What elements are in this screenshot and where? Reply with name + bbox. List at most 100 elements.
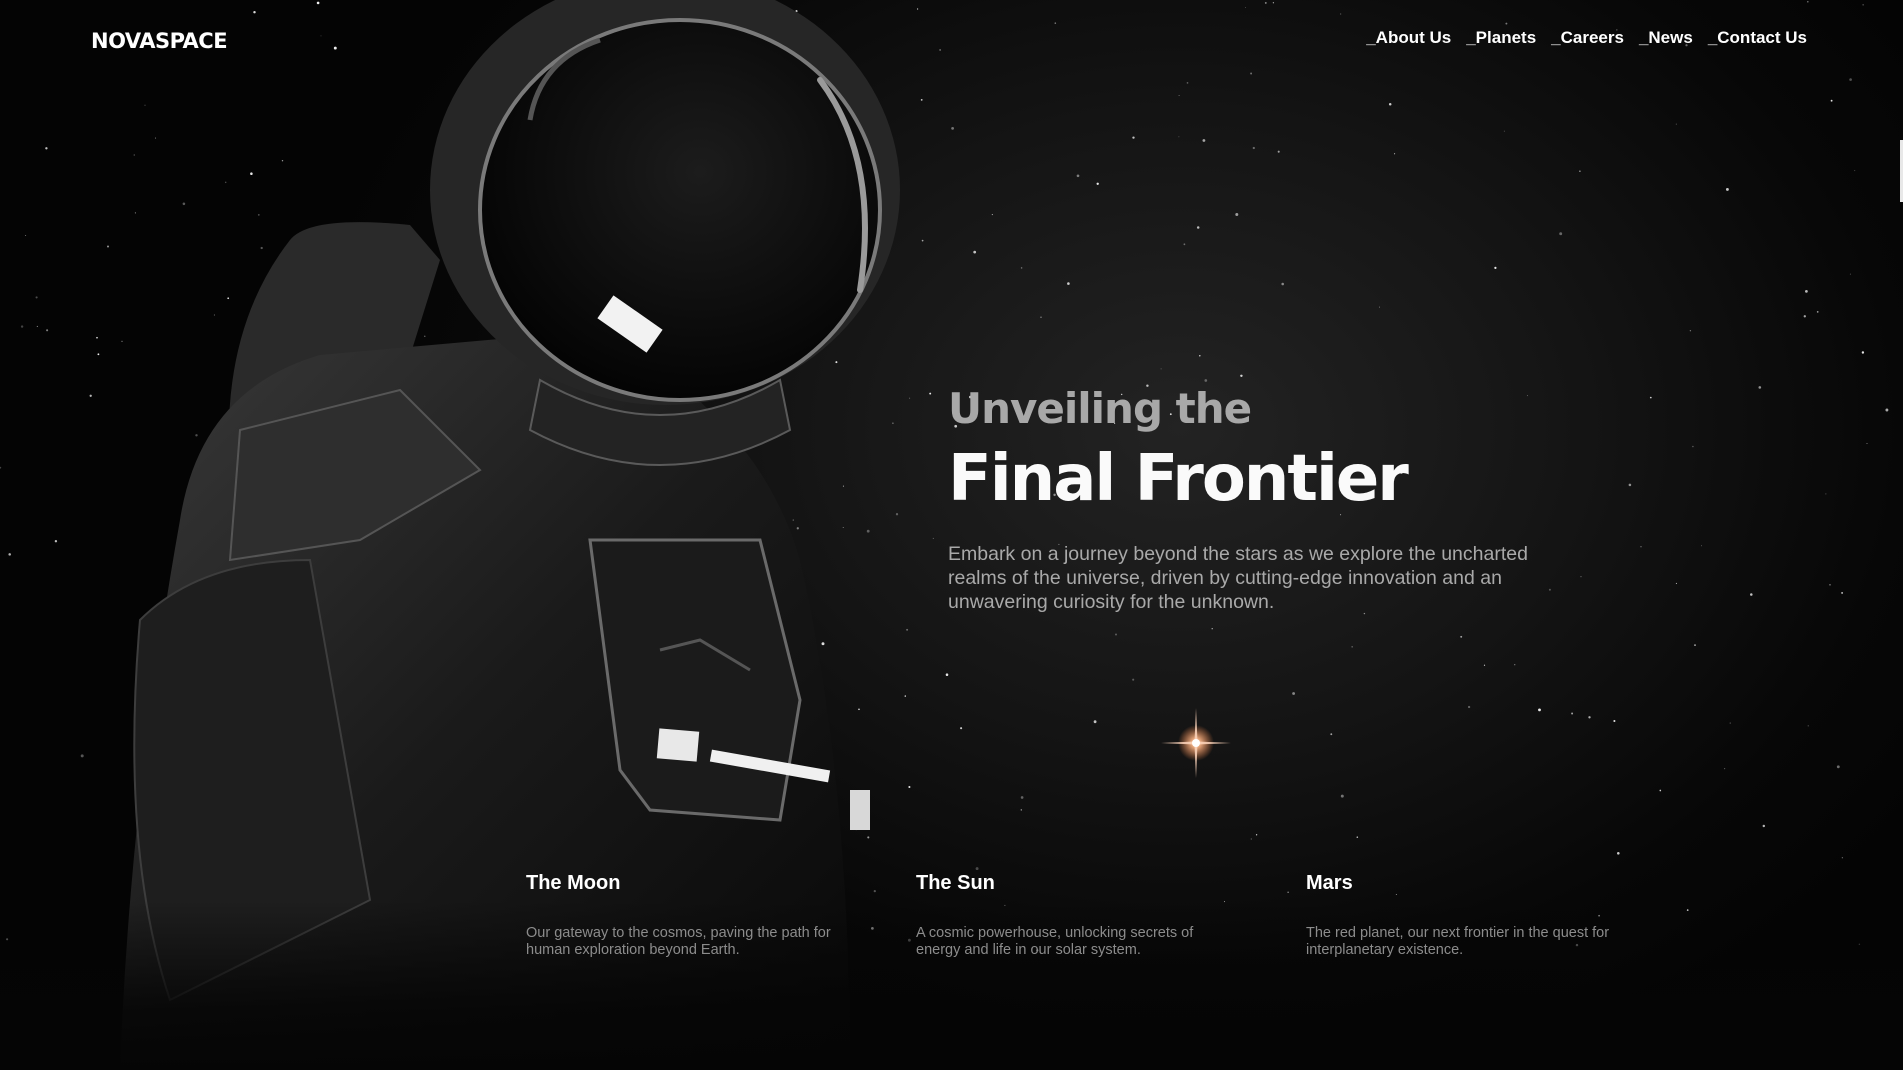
star [54, 540, 58, 543]
nav-about-us[interactable]: _About Us [1366, 28, 1451, 48]
star [973, 250, 977, 254]
star [1255, 834, 1258, 836]
card-title: The Sun [916, 872, 995, 894]
star [1579, 170, 1581, 172]
nav-planets[interactable]: _Planets [1466, 28, 1536, 48]
star [1040, 316, 1042, 318]
star [1750, 593, 1753, 596]
star [1351, 646, 1353, 648]
star [1861, 351, 1865, 354]
star [939, 49, 941, 51]
star [1701, 545, 1702, 547]
star [46, 329, 49, 332]
nav-careers[interactable]: _Careers [1551, 28, 1624, 48]
star [1067, 282, 1070, 285]
star [1830, 99, 1833, 102]
brand-logo[interactable]: NOVASPACE [91, 29, 228, 53]
star [1675, 582, 1677, 584]
star [1378, 306, 1380, 308]
star [1020, 796, 1024, 799]
star [1211, 628, 1213, 630]
star [1724, 768, 1726, 770]
star [920, 98, 923, 101]
card-title: The Moon [526, 872, 621, 894]
star [1503, 130, 1505, 132]
star [1250, 72, 1253, 75]
star [1659, 789, 1662, 792]
star [1816, 311, 1819, 313]
hero-subtitle: Unveiling the [948, 384, 1252, 433]
star [1588, 716, 1591, 719]
star [1580, 576, 1582, 578]
star [20, 325, 24, 328]
star [1829, 584, 1831, 586]
star [25, 234, 27, 237]
star [1559, 232, 1563, 236]
hero-section: Unveiling the Final Frontier Embark on a… [948, 382, 1578, 614]
star [1613, 719, 1616, 723]
star [1725, 187, 1729, 191]
star [1640, 545, 1642, 548]
star [1054, 22, 1057, 24]
star [1340, 794, 1344, 798]
star [1183, 243, 1186, 246]
star [1483, 664, 1486, 666]
star [951, 127, 954, 130]
star [945, 673, 949, 676]
nav-news[interactable]: _News [1639, 28, 1693, 48]
star [1866, 443, 1868, 444]
star [0, 466, 2, 469]
star [975, 867, 979, 871]
card-the-sun[interactable]: The Sun A cosmic powerhouse, unlocking s… [916, 872, 1236, 959]
card-text: The red planet, our next frontier in the… [1306, 925, 1610, 958]
star [1885, 408, 1889, 412]
star [1692, 445, 1694, 448]
star [1862, 4, 1864, 6]
star [1277, 150, 1280, 153]
star [1250, 838, 1252, 840]
card-text: A cosmic powerhouse, unlocking secrets o… [916, 925, 1194, 958]
star [1538, 708, 1541, 712]
card-the-moon[interactable]: The Moon Our gateway to the cosmos, pavi… [526, 872, 846, 959]
star [1807, 725, 1809, 727]
star [1356, 836, 1359, 838]
star [991, 214, 993, 216]
star [1675, 123, 1677, 125]
star [1505, 22, 1508, 25]
star [1202, 139, 1206, 142]
main-nav: _About Us _Planets _Careers _News _Conta… [1366, 28, 1807, 48]
star [1132, 136, 1135, 139]
star [1235, 213, 1239, 216]
star [960, 727, 963, 730]
star [1689, 330, 1692, 332]
star [1494, 266, 1497, 270]
star [8, 553, 11, 556]
star [1825, 493, 1827, 495]
star [1758, 386, 1762, 389]
star [1854, 170, 1856, 172]
star [1186, 82, 1189, 84]
star [1096, 182, 1099, 185]
star [1803, 315, 1806, 318]
star [1115, 633, 1117, 636]
star [1805, 290, 1808, 293]
star [1628, 483, 1632, 487]
star [1849, 78, 1852, 81]
star [36, 325, 38, 327]
star [921, 239, 924, 242]
star [1617, 852, 1620, 855]
star [1762, 824, 1766, 828]
star [1514, 664, 1516, 666]
star [1467, 705, 1471, 709]
star [1178, 136, 1180, 138]
star [929, 392, 932, 395]
star [1252, 146, 1255, 150]
star [1093, 720, 1097, 724]
nav-contact-us[interactable]: _Contact Us [1708, 28, 1807, 48]
star [932, 537, 934, 539]
star [1240, 374, 1243, 378]
star [1394, 153, 1396, 155]
card-mars[interactable]: Mars The red planet, our next frontier i… [1306, 872, 1626, 959]
star [1272, 2, 1275, 4]
star [1649, 396, 1652, 399]
